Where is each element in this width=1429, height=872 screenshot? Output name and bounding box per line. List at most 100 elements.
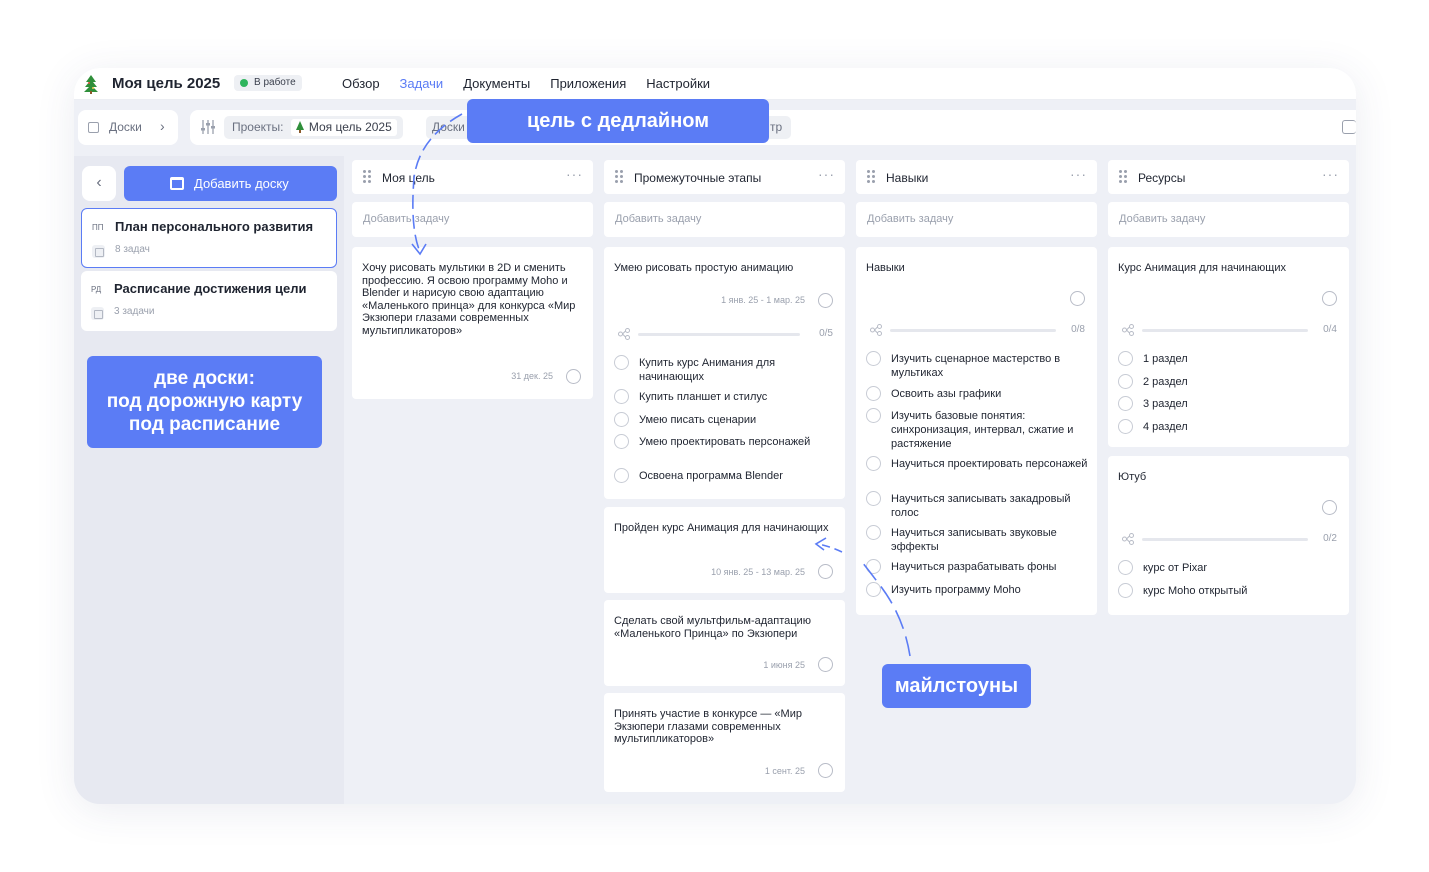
task-title: Умею рисовать простую анимацию (614, 262, 794, 274)
subtasks-icon (1122, 533, 1134, 545)
add-task-button[interactable]: Добавить задачу (856, 202, 1097, 237)
boards-button[interactable]: Доски › (78, 110, 178, 145)
subtask-checkbox[interactable] (1118, 419, 1133, 434)
more-icon[interactable]: ··· (818, 166, 835, 182)
subtask-checkbox[interactable] (1118, 374, 1133, 389)
subtask-checkbox[interactable] (614, 434, 629, 449)
subtask-checkbox[interactable] (1118, 351, 1133, 366)
subtask-checkbox[interactable] (1118, 583, 1133, 598)
task-checkbox[interactable] (566, 369, 581, 384)
add-board-button[interactable]: Добавить доску (124, 166, 337, 201)
task-checkbox[interactable] (1322, 500, 1337, 515)
task-checkbox[interactable] (818, 293, 833, 308)
progress-count: 0/5 (819, 328, 833, 339)
tab-tasks[interactable]: Задачи (400, 76, 444, 91)
subtask-label: Умею писать сценарии (639, 414, 757, 426)
collapse-panel-button[interactable]: ‹ (82, 166, 116, 201)
subtask-checkbox[interactable] (1118, 396, 1133, 411)
subtask-checkbox[interactable] (866, 456, 881, 471)
subtask-label: курс от Pixar (1143, 562, 1208, 574)
subtask-checkbox[interactable] (614, 355, 629, 370)
task-card[interactable]: Навыки 0/8 Изучить сценарное мастерство … (856, 247, 1097, 615)
more-icon[interactable]: ··· (1322, 166, 1339, 182)
task-card[interactable]: Умею рисовать простую анимацию 1 янв. 25… (604, 247, 845, 499)
subtask-label: Освоена программа Blender (639, 470, 783, 482)
task-card[interactable]: Ютуб 0/2 курс от Pixar курс Moho открыты… (1108, 456, 1349, 615)
column-header[interactable]: Моя цель ··· (352, 160, 593, 194)
callout-milestones: майлстоуны (882, 664, 1031, 708)
more-icon[interactable]: ··· (566, 166, 583, 182)
subtask-checkbox[interactable] (614, 468, 629, 483)
board-card-plan[interactable]: ПП План персонального развития 8 задач (81, 208, 337, 268)
app-window: Моя цель 2025 В работе Обзор Задачи Доку… (74, 68, 1356, 804)
drag-handle-icon[interactable] (363, 170, 371, 184)
boards-label: Доски (109, 120, 142, 134)
board-card-schedule[interactable]: РД Расписание достижения цели 3 задачи (81, 271, 337, 331)
tab-settings[interactable]: Настройки (646, 76, 710, 91)
subtask-checkbox[interactable] (614, 412, 629, 427)
task-card[interactable]: Курс Анимация для начинающих 0/4 1 разде… (1108, 247, 1349, 447)
subtask-label: Купить планшет и стилус (639, 391, 768, 403)
subtask-checkbox[interactable] (866, 351, 881, 366)
chevron-right-icon: › (160, 118, 165, 134)
board-abbr: ПП (92, 223, 104, 232)
task-checkbox[interactable] (818, 564, 833, 579)
project-value: Моя цель 2025 (308, 120, 392, 134)
board-add-icon (170, 177, 184, 190)
more-icon[interactable]: ··· (1070, 166, 1087, 182)
add-task-button[interactable]: Добавить задачу (352, 202, 593, 237)
subtask-checkbox[interactable] (614, 389, 629, 404)
task-title: Сделать свой мультфильм-адаптацию «Мален… (614, 615, 811, 640)
column-title: Навыки (886, 171, 929, 185)
subtasks-icon (618, 328, 630, 340)
task-date: 1 янв. 25 - 1 мар. 25 (721, 295, 805, 305)
status-dot-icon (240, 79, 248, 87)
progress-bar (890, 329, 1056, 332)
tab-documents[interactable]: Документы (463, 76, 530, 91)
subtask-checkbox[interactable] (866, 582, 881, 597)
column-header[interactable]: Промежуточные этапы ··· (604, 160, 845, 194)
board-abbr: РД (91, 285, 102, 294)
task-checkbox[interactable] (1322, 291, 1337, 306)
top-header: Моя цель 2025 В работе Обзор Задачи Доку… (74, 68, 1356, 100)
task-checkbox[interactable] (818, 657, 833, 672)
project-pill: Моя цель 2025 (290, 119, 397, 136)
drag-handle-icon[interactable] (615, 170, 623, 184)
add-task-button[interactable]: Добавить задачу (604, 202, 845, 237)
subtask-label: Научиться проектировать персонажей (891, 458, 1088, 470)
subtask-checkbox[interactable] (1118, 560, 1133, 575)
progress-bar (1142, 329, 1308, 332)
sidebar-toggle-icon[interactable] (1342, 120, 1356, 134)
subtask-label: Изучить базовые понятия: синхронизация, … (891, 410, 1074, 450)
projects-label: Проекты: (232, 120, 284, 134)
add-task-button[interactable]: Добавить задачу (1108, 202, 1349, 237)
task-card[interactable]: Сделать свой мультфильм-адаптацию «Мален… (604, 600, 845, 686)
filter-sliders-icon[interactable] (200, 119, 216, 135)
subtask-checkbox[interactable] (866, 408, 881, 423)
subtask-checkbox[interactable] (866, 386, 881, 401)
progress-bar (638, 333, 800, 336)
status-badge[interactable]: В работе (234, 75, 302, 91)
drag-handle-icon[interactable] (867, 170, 875, 184)
status-label: В работе (254, 77, 296, 88)
column-header[interactable]: Навыки ··· (856, 160, 1097, 194)
task-card[interactable]: Хочу рисовать мультики в 2D и сменить пр… (352, 247, 593, 399)
subtask-checkbox[interactable] (866, 491, 881, 506)
task-checkbox[interactable] (818, 763, 833, 778)
column-header[interactable]: Ресурсы ··· (1108, 160, 1349, 194)
subtask-checkbox[interactable] (866, 525, 881, 540)
subtask-label: Купить курс Анимания для начинающих (639, 357, 776, 383)
task-checkbox[interactable] (1070, 291, 1085, 306)
tab-apps[interactable]: Приложения (550, 76, 626, 91)
task-title: Навыки (866, 262, 905, 274)
task-card[interactable]: Принять участие в конкурсе — «Мир Экзюпе… (604, 693, 845, 792)
projects-filter-chip[interactable]: Проекты: Моя цель 2025 (224, 116, 403, 139)
subtask-checkbox[interactable] (866, 559, 881, 574)
drag-handle-icon[interactable] (1119, 170, 1127, 184)
task-count-icon (91, 307, 104, 320)
tab-overview[interactable]: Обзор (342, 76, 380, 91)
boards-panel: ‹ Добавить доску ПП План персонального р… (74, 156, 344, 804)
subtask-label: Изучить сценарное мастерство в мультиках (891, 353, 1061, 379)
task-card[interactable]: Пройден курс Анимация для начинающих 10 … (604, 507, 845, 593)
task-title: Курс Анимация для начинающих (1118, 262, 1286, 274)
